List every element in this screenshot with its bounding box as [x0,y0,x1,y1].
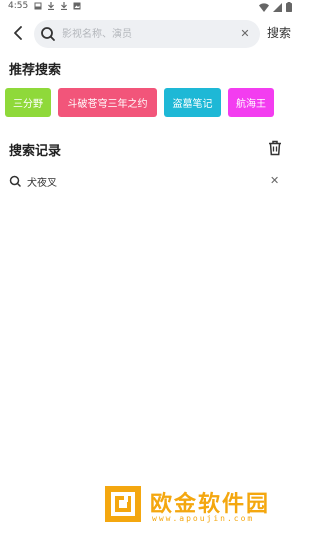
recommend-tag[interactable]: 斗破苍穹三年之约 [58,88,157,117]
search-bar: ✕ 搜索 [0,18,300,48]
gallery-icon [34,2,42,10]
image-icon [73,2,81,10]
watermark-logo-icon [105,486,141,522]
history-section-title: 搜索记录 [9,144,62,159]
search-button[interactable]: 搜索 [267,24,291,41]
back-button[interactable] [8,23,28,43]
history-item-label: 犬夜叉 [27,178,57,189]
recommend-tag[interactable]: 三分野 [5,88,51,117]
status-notification-icons [34,2,81,10]
search-icon [41,27,55,41]
download-icon [61,2,67,10]
download-icon [48,2,54,10]
recommend-tags: 三分野 斗破苍穹三年之约 盗墓笔记 航海王 [5,88,281,117]
recommend-tag[interactable]: 航海王 [228,88,274,117]
wifi-icon [259,2,269,12]
clear-history-button[interactable] [267,140,283,156]
status-bar: 4:55 [0,0,300,14]
watermark-url: www.apoujin.com [152,514,255,523]
history-item[interactable]: 犬夜叉 ✕ [0,170,300,192]
close-icon[interactable]: ✕ [238,26,252,40]
signal-icon [273,2,282,12]
trash-icon [269,140,281,156]
search-icon [9,175,21,187]
recommend-tag[interactable]: 盗墓笔记 [164,88,221,117]
close-icon[interactable]: ✕ [270,174,279,187]
search-input[interactable] [62,24,238,44]
chevron-left-icon [14,26,22,40]
recommend-section-title: 推荐搜索 [9,63,62,78]
status-time: 4:55 [8,1,29,11]
search-box[interactable]: ✕ [34,20,260,48]
battery-icon [286,2,292,12]
status-system-icons [259,2,292,12]
watermark: 欧金软件园 www.apoujin.com [104,483,294,525]
